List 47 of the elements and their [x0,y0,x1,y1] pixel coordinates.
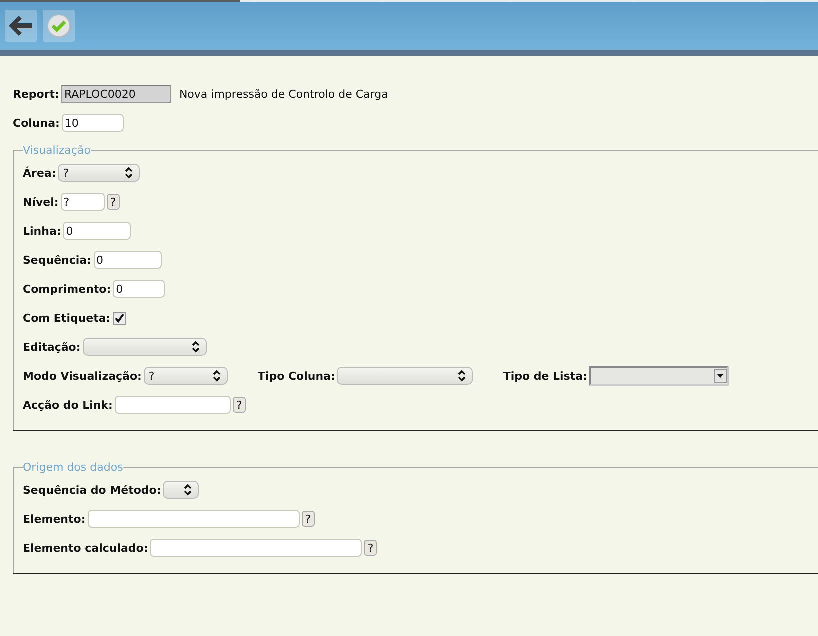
field-label: Comprimento: [23,282,112,296]
back-button[interactable] [5,10,37,42]
input-field[interactable] [88,510,300,528]
select-field[interactable] [82,338,207,356]
field-label: Com Etiqueta: [23,312,111,324]
dropdown-field[interactable] [589,366,730,386]
field-label: Editação: [23,340,81,354]
input-field[interactable]: ? [60,193,105,211]
confirm-button[interactable] [43,10,75,42]
input-field[interactable]: 0 [63,222,132,240]
field-label: Linha: [23,224,62,238]
input-field[interactable] [150,539,362,557]
checkbox[interactable] [112,312,126,324]
updown-icon [184,484,192,496]
updown-icon [192,341,200,353]
field-label: Tipo Coluna: [258,370,336,382]
section-title: Origem dos dados [23,461,124,474]
select-field[interactable] [337,367,474,385]
input-field[interactable]: 0 [94,251,162,269]
select-field[interactable]: ? [144,367,228,385]
select-field[interactable] [163,481,200,499]
updown-icon [212,370,221,382]
field-label: Tipo de Lista: [503,370,588,382]
section-title: Visualização [23,144,91,157]
field-label: Elemento: [23,512,86,526]
field-label: Nível: [23,196,59,208]
help-button[interactable]: ? [106,194,120,210]
input-field[interactable] [114,396,231,414]
field-label: Acção do Link: [23,398,113,412]
field-label: Modo Visualização: [23,370,142,382]
report-description: Nova impressão de Controlo de Carga [179,88,388,100]
updown-icon [125,167,134,179]
help-button[interactable]: ? [232,397,246,413]
help-button[interactable]: ? [364,540,378,556]
help-button[interactable]: ? [302,511,315,527]
updown-icon [458,370,466,382]
field-label: Área: [23,166,56,180]
input-field[interactable]: 0 [113,280,166,298]
report-label: Report: [13,88,60,100]
checkmark-icon [47,14,71,38]
field-label: Elemento calculado: [23,542,148,554]
field-label: Sequência: [23,254,92,266]
back-arrow-icon [8,15,34,37]
column-label: Coluna: [13,116,60,130]
field-label: Sequência do Método: [23,484,162,496]
column-field[interactable]: 10 [62,114,124,132]
select-field[interactable]: ? [58,164,140,182]
